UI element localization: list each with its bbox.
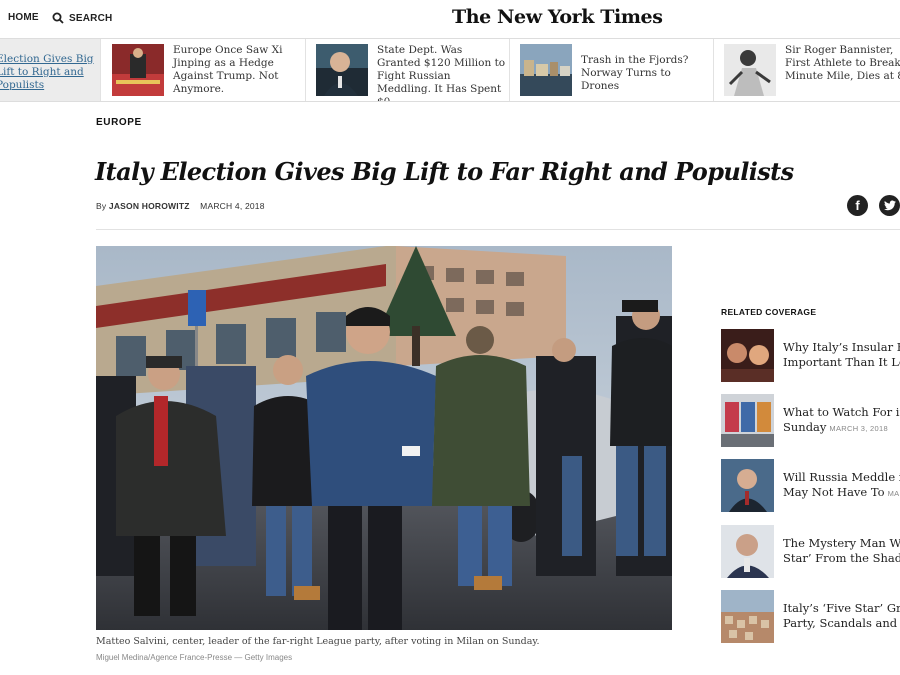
related-title-line: Why Italy’s Insular Ele <box>783 340 900 354</box>
twitter-share-button[interactable] <box>879 195 900 216</box>
related-thumbnail <box>721 329 774 382</box>
nyt-logo[interactable]: The New York Times <box>452 6 663 28</box>
twitter-icon <box>883 200 896 211</box>
related-date: MAR <box>887 489 900 498</box>
related-thumbnail <box>721 525 774 578</box>
related-item[interactable]: What to Watch For in Sunday MARCH 3, 2018 <box>721 394 900 448</box>
related-title-line: Sunday <box>783 420 827 434</box>
related-item[interactable]: Why Italy’s Insular EleImportant Than It… <box>721 329 900 383</box>
strip-item-current[interactable]: Election Gives Big Lift to Right and Pop… <box>0 39 101 101</box>
related-title-line: What to Watch For in <box>783 405 900 419</box>
section-kicker[interactable]: EUROPE <box>96 117 142 128</box>
related-title-line: Party, Scandals and Al <box>783 616 900 630</box>
related-title-line: Will Russia Meddle in <box>783 470 900 484</box>
facebook-icon: f <box>855 198 860 213</box>
byline: By Jason Horowitz MARCH 4, 2018 <box>96 201 265 211</box>
search-label: SEARCH <box>69 12 113 24</box>
search-button[interactable]: SEARCH <box>52 12 112 24</box>
related-date: MARCH 3, 2018 <box>829 424 888 433</box>
strip-item-xi[interactable]: Europe Once Saw Xi Jinping as a Hedge Ag… <box>102 39 306 101</box>
strip-item-text: Sir Roger Bannister, First Athlete to Br… <box>785 44 900 82</box>
facebook-share-button[interactable]: f <box>847 195 868 216</box>
story-strip: Election Gives Big Lift to Right and Pop… <box>0 38 900 102</box>
related-thumbnail <box>721 590 774 643</box>
related-title-line: The Mystery Man Wh <box>783 536 900 550</box>
search-icon <box>52 12 64 24</box>
byline-by: By <box>96 201 107 211</box>
related-item[interactable]: Will Russia Meddle inMay Not Have ToMAR <box>721 459 900 513</box>
article-headline: Italy Election Gives Big Lift to Far Rig… <box>95 157 794 186</box>
strip-item-text: Election Gives Big Lift to Right and Pop… <box>0 53 94 91</box>
byline-date: MARCH 4, 2018 <box>200 201 265 211</box>
related-title-line: Star’ From the Shadow <box>783 551 900 565</box>
related-thumbnail <box>721 459 774 512</box>
related-text: What to Watch For in Sunday MARCH 3, 2018 <box>783 405 900 436</box>
lead-photo[interactable] <box>96 246 672 630</box>
strip-item-text: State Dept. Was Granted $120 Million to … <box>377 44 506 102</box>
strip-item-fjords[interactable]: Trash in the Fjords? Norway Turns to Dro… <box>510 39 714 101</box>
related-title-line: Italy’s ‘Five Star’ Grow <box>783 601 900 615</box>
strip-item-text: Europe Once Saw Xi Jinping as a Hedge Ag… <box>173 44 283 95</box>
related-item[interactable]: The Mystery Man WhStar’ From the Shadow <box>721 525 900 579</box>
byline-author[interactable]: Jason Horowitz <box>109 201 190 211</box>
top-bar: HOME SEARCH The New York Times <box>0 0 900 38</box>
related-item[interactable]: Italy’s ‘Five Star’ GrowParty, Scandals … <box>721 590 900 644</box>
related-text: Why Italy’s Insular EleImportant Than It… <box>783 340 900 370</box>
header-divider <box>96 229 900 230</box>
lead-photo-image <box>96 246 672 630</box>
strip-item-text: Trash in the Fjords? Norway Turns to Dro… <box>581 54 689 92</box>
related-thumbnail <box>721 394 774 447</box>
related-text: The Mystery Man WhStar’ From the Shadow <box>783 536 900 566</box>
photo-caption: Matteo Salvini, center, leader of the fa… <box>96 636 540 647</box>
strip-item-state-dept[interactable]: State Dept. Was Granted $120 Million to … <box>306 39 510 102</box>
strip-item-bannister[interactable]: Sir Roger Bannister, First Athlete to Br… <box>714 39 900 101</box>
strip-thumbnail <box>724 44 776 96</box>
strip-thumbnail <box>316 44 368 96</box>
photo-credit: Miguel Medina/Agence France-Presse — Get… <box>96 653 293 662</box>
related-text: Will Russia Meddle inMay Not Have ToMAR <box>783 470 900 501</box>
related-coverage-heading: RELATED COVERAGE <box>721 307 817 317</box>
home-link[interactable]: HOME <box>8 12 39 23</box>
related-title-line: Important Than It Loo <box>783 355 900 369</box>
related-text: Italy’s ‘Five Star’ GrowParty, Scandals … <box>783 601 900 631</box>
strip-thumbnail <box>112 44 164 96</box>
strip-thumbnail <box>520 44 572 96</box>
related-title-line: May Not Have To <box>783 485 885 499</box>
